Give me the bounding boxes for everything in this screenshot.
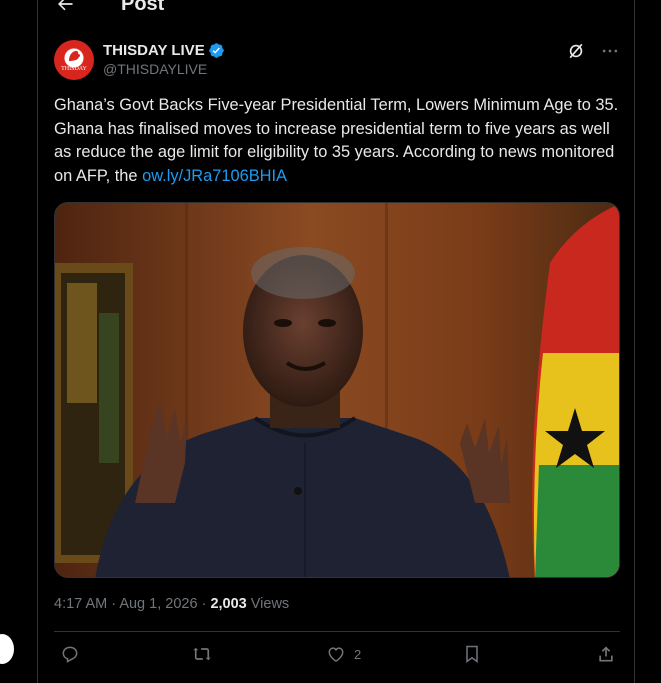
more-icon[interactable] xyxy=(600,41,620,61)
post-time[interactable]: 4:17 AM xyxy=(54,596,107,612)
verified-badge-icon xyxy=(208,42,224,58)
like-button[interactable]: 2 xyxy=(326,644,361,664)
divider xyxy=(54,631,620,632)
avatar[interactable]: THISDAY xyxy=(54,40,94,80)
author-names: THISDAY LIVE @THISDAYLIVE xyxy=(103,40,225,77)
post-actions: 2 xyxy=(54,644,620,670)
reply-button[interactable] xyxy=(60,644,80,664)
post-header-actions xyxy=(566,40,620,62)
share-button[interactable] xyxy=(596,644,616,664)
page-title: Post xyxy=(121,0,165,15)
post-image[interactable] xyxy=(54,202,620,578)
post-link[interactable]: ow.ly/JRa7106BHIA xyxy=(142,167,287,185)
heart-icon xyxy=(328,647,344,662)
display-name-text: THISDAY LIVE xyxy=(103,41,205,59)
post-column: Post THISDAY THISDAY LIVE @THISDAYLIVE G… xyxy=(37,0,635,683)
meta-separator: · xyxy=(111,596,117,612)
meta-separator-2: · xyxy=(201,596,207,612)
like-count: 2 xyxy=(354,646,362,662)
rooster-logo-icon xyxy=(69,50,81,61)
post-meta: 4:17 AM · Aug 1, 2026 · 2,003 Views xyxy=(54,596,289,612)
author-handle[interactable]: @THISDAYLIVE xyxy=(103,61,225,77)
share-icon xyxy=(599,646,613,662)
views-count: 2,003 xyxy=(210,596,247,612)
post-date[interactable]: Aug 1, 2026 xyxy=(119,596,197,612)
photo-illustration xyxy=(55,203,619,577)
partial-avatar-circle xyxy=(0,634,14,664)
reply-icon xyxy=(62,646,78,663)
post-text: Ghana’s Govt Backs Five-year Presidentia… xyxy=(54,94,620,188)
avatar-text: THISDAY xyxy=(61,66,87,72)
grok-icon[interactable] xyxy=(566,41,586,61)
author-display-name[interactable]: THISDAY LIVE xyxy=(103,40,225,60)
views-label: Views xyxy=(250,596,290,612)
repost-icon xyxy=(193,647,211,661)
repost-button[interactable] xyxy=(192,644,212,664)
post-body: Ghana’s Govt Backs Five-year Presidentia… xyxy=(54,96,619,185)
post-author: THISDAY THISDAY LIVE @THISDAYLIVE xyxy=(54,40,620,84)
header-bar: Post xyxy=(55,0,164,18)
bookmark-icon xyxy=(466,645,478,663)
bookmark-button[interactable] xyxy=(462,644,482,664)
arrow-left-icon[interactable] xyxy=(55,0,75,14)
